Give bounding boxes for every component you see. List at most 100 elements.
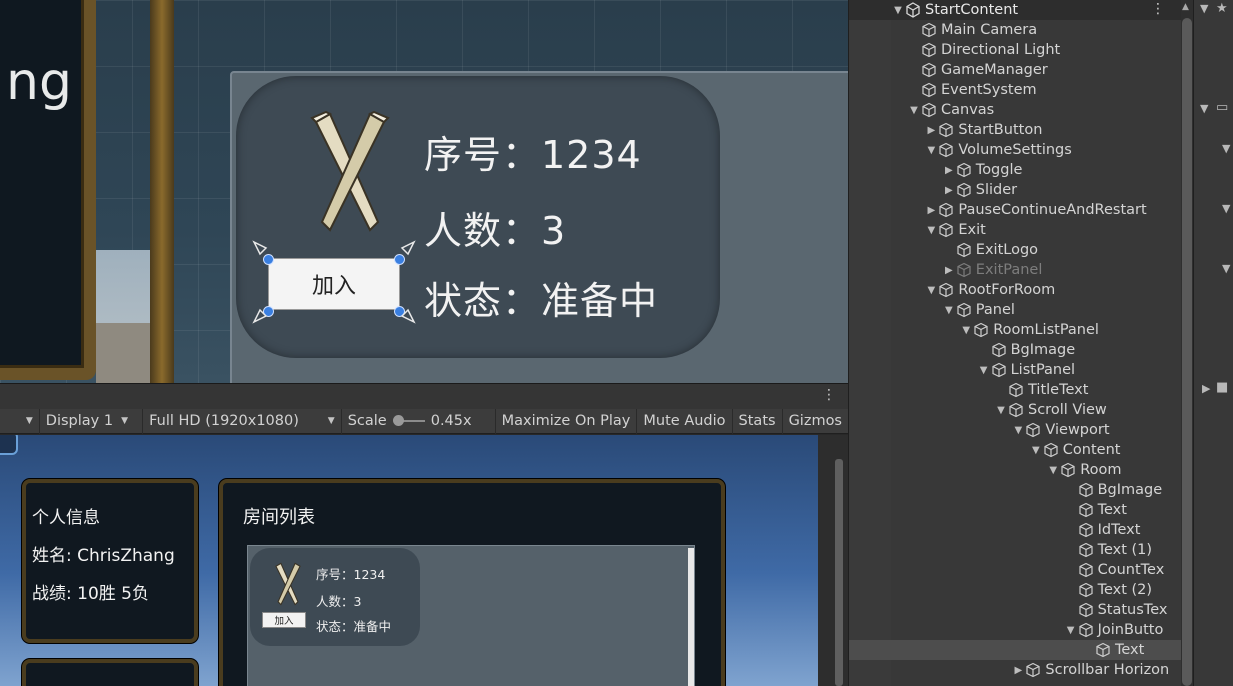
hierarchy-item-label: TitleText <box>1028 382 1089 398</box>
hierarchy-item[interactable]: ▼ VolumeSettings <box>849 140 1181 160</box>
expand-arrow-icon[interactable]: ▼ <box>994 405 1008 416</box>
collapse-arrow-icon[interactable]: ▶ <box>942 165 956 176</box>
star-icon[interactable]: ★ <box>1216 1 1228 16</box>
scale-control[interactable]: Scale 0.45x <box>342 408 496 434</box>
expand-arrow-icon[interactable]: ▼ <box>924 225 938 236</box>
scrollbar-thumb[interactable] <box>835 459 843 686</box>
chevron-right-icon[interactable]: ▶ <box>1202 382 1210 395</box>
gameobject-cube-icon <box>1009 382 1023 398</box>
room-scroll-view[interactable]: 序号：1234 人数：3 状态：准备中 加入 <box>247 545 695 686</box>
hierarchy-item[interactable]: ▼ JoinButto <box>849 620 1181 640</box>
gizmos-toggle[interactable]: Gizmos <box>783 409 848 434</box>
room-list-scrollbar[interactable] <box>688 548 694 686</box>
expand-arrow-icon[interactable]: ▼ <box>891 5 905 16</box>
resolution-dropdown[interactable]: Full HD (1920x1080) ▼ <box>143 408 342 434</box>
folder-open-icon[interactable]: ▭ <box>1216 100 1228 115</box>
hierarchy-item[interactable]: ▼ Viewport <box>849 420 1181 440</box>
game-view-scrollbar[interactable] <box>818 435 848 686</box>
hierarchy-panel[interactable]: ▼ StartContent ⋮ Main Camera Directional … <box>848 0 1181 686</box>
expand-arrow-icon[interactable]: ▼ <box>1011 425 1025 436</box>
hierarchy-item[interactable]: Text <box>849 640 1181 660</box>
display-dropdown[interactable]: Display 1 ▼ <box>40 408 144 434</box>
hierarchy-item[interactable]: Directional Light <box>849 40 1181 60</box>
collapse-arrow-icon[interactable]: ▶ <box>942 185 956 196</box>
hierarchy-item[interactable]: EventSystem <box>849 80 1181 100</box>
scrollbar-thumb[interactable] <box>1182 18 1192 686</box>
expand-arrow-icon[interactable]: ▼ <box>959 325 973 336</box>
collapse-arrow-icon[interactable]: ▶ <box>924 125 938 136</box>
hierarchy-item[interactable]: Text (1) <box>849 540 1181 560</box>
scale-slider-knob[interactable] <box>392 415 404 426</box>
hierarchy-item[interactable]: StatusTex <box>849 600 1181 620</box>
scroll-up-icon[interactable]: ▲ <box>1182 2 1189 12</box>
hierarchy-item[interactable]: ▶ Scrollbar Horizon <box>849 660 1181 680</box>
expand-arrow-icon[interactable]: ▼ <box>1046 465 1060 476</box>
hierarchy-item[interactable]: BgImage <box>849 340 1181 360</box>
hierarchy-item[interactable]: Text (2) <box>849 580 1181 600</box>
view-dropdown[interactable]: ▼ <box>0 408 40 434</box>
hierarchy-item[interactable]: ▶ StartButton <box>849 120 1181 140</box>
join-button[interactable]: 加入 <box>262 612 306 628</box>
room-list-panel: 房间列表 序号：1234 人数：3 状态：准备中 加入 <box>219 479 725 686</box>
scene-view[interactable]: ng 序号：1234 人数：3 状态：准备中 加入 <box>0 0 848 383</box>
collapse-arrow-icon[interactable]: ▶ <box>942 265 956 276</box>
expand-arrow-icon[interactable]: ▼ <box>977 365 991 376</box>
hierarchy-scene-root[interactable]: ▼ StartContent <box>849 0 1181 20</box>
gameobject-cube-icon <box>922 22 936 38</box>
expand-arrow-icon[interactable]: ▼ <box>942 305 956 316</box>
gameobject-cube-icon <box>1078 522 1093 538</box>
hierarchy-item[interactable]: ▼ Panel <box>849 300 1181 320</box>
more-options-icon[interactable]: ⋮ <box>1151 1 1165 17</box>
hierarchy-item-label: Scrollbar Horizon <box>1045 662 1170 678</box>
scale-slider[interactable] <box>392 415 425 426</box>
hierarchy-item[interactable]: IdText <box>849 520 1181 540</box>
hierarchy-item[interactable]: GameManager <box>849 60 1181 80</box>
room-item[interactable]: 序号：1234 人数：3 状态：准备中 加入 <box>250 548 420 646</box>
hierarchy-item[interactable]: ▶ PauseContinueAndRestart <box>849 200 1181 220</box>
hierarchy-item[interactable]: ExitLogo <box>849 240 1181 260</box>
chevron-down-icon[interactable]: ▼ <box>1222 202 1230 215</box>
game-view[interactable]: 个人信息 姓名: ChrisZhang 战绩: 10胜 5负 房间列表 序号：1… <box>0 435 848 686</box>
folder-expand-icon[interactable]: ▼ <box>1200 102 1208 115</box>
hierarchy-item[interactable]: ▼ ListPanel <box>849 360 1181 380</box>
room-status-text: 状态：准备中 <box>316 619 392 634</box>
chevron-down-icon: ▼ <box>121 416 129 426</box>
hierarchy-item[interactable]: ▼ RoomListPanel <box>849 320 1181 340</box>
hierarchy-item[interactable]: ▼ Canvas <box>849 100 1181 120</box>
expand-arrow-icon[interactable]: ▼ <box>924 145 938 156</box>
hierarchy-item[interactable]: ▼ Scroll View <box>849 400 1181 420</box>
collapse-arrow-icon[interactable]: ▼ <box>1200 2 1208 15</box>
expand-arrow-icon[interactable]: ▼ <box>907 105 921 116</box>
maximize-on-play-toggle[interactable]: Maximize On Play <box>496 408 638 434</box>
hierarchy-item[interactable]: ▼ Room <box>849 460 1181 480</box>
stats-toggle[interactable]: Stats <box>733 408 783 434</box>
scale-label: Scale <box>347 413 387 429</box>
hierarchy-item[interactable]: ▼ RootForRoom <box>849 280 1181 300</box>
mute-audio-toggle[interactable]: Mute Audio <box>637 408 733 434</box>
anchor-icon[interactable] <box>252 240 418 324</box>
expand-arrow-icon[interactable]: ▼ <box>1064 625 1078 636</box>
expand-arrow-icon[interactable]: ▼ <box>924 285 938 296</box>
chevron-down-icon[interactable]: ▼ <box>1222 142 1230 155</box>
hierarchy-item[interactable]: ▼ Content <box>849 440 1181 460</box>
hierarchy-item[interactable]: Main Camera <box>849 20 1181 40</box>
hierarchy-scrollbar[interactable]: ▲ <box>1181 0 1193 686</box>
chevron-down-icon[interactable]: ▼ <box>1222 262 1230 275</box>
expand-arrow-icon[interactable]: ▼ <box>1029 445 1043 456</box>
hierarchy-item[interactable]: Text <box>849 500 1181 520</box>
gameobject-cube-icon <box>1078 482 1093 498</box>
collapse-arrow-icon[interactable]: ▶ <box>1011 665 1025 676</box>
hierarchy-item[interactable]: BgImage <box>849 480 1181 500</box>
hierarchy-item[interactable]: CountTex <box>849 560 1181 580</box>
hierarchy-item[interactable]: ▶ Toggle <box>849 160 1181 180</box>
folder-icon[interactable]: ■ <box>1216 380 1228 395</box>
hierarchy-item[interactable]: ▶ ExitPanel <box>849 260 1181 280</box>
hierarchy-item[interactable]: ▼ Exit <box>849 220 1181 240</box>
room-id-text: 序号：1234 <box>316 567 386 582</box>
info-name: 姓名: ChrisZhang <box>32 546 175 566</box>
hierarchy-item[interactable]: TitleText <box>849 380 1181 400</box>
hierarchy-item-label: Viewport <box>1045 422 1110 438</box>
hierarchy-item[interactable]: ▶ Slider <box>849 180 1181 200</box>
collapse-arrow-icon[interactable]: ▶ <box>924 205 938 216</box>
more-options-icon[interactable]: ⋮ <box>822 387 836 403</box>
